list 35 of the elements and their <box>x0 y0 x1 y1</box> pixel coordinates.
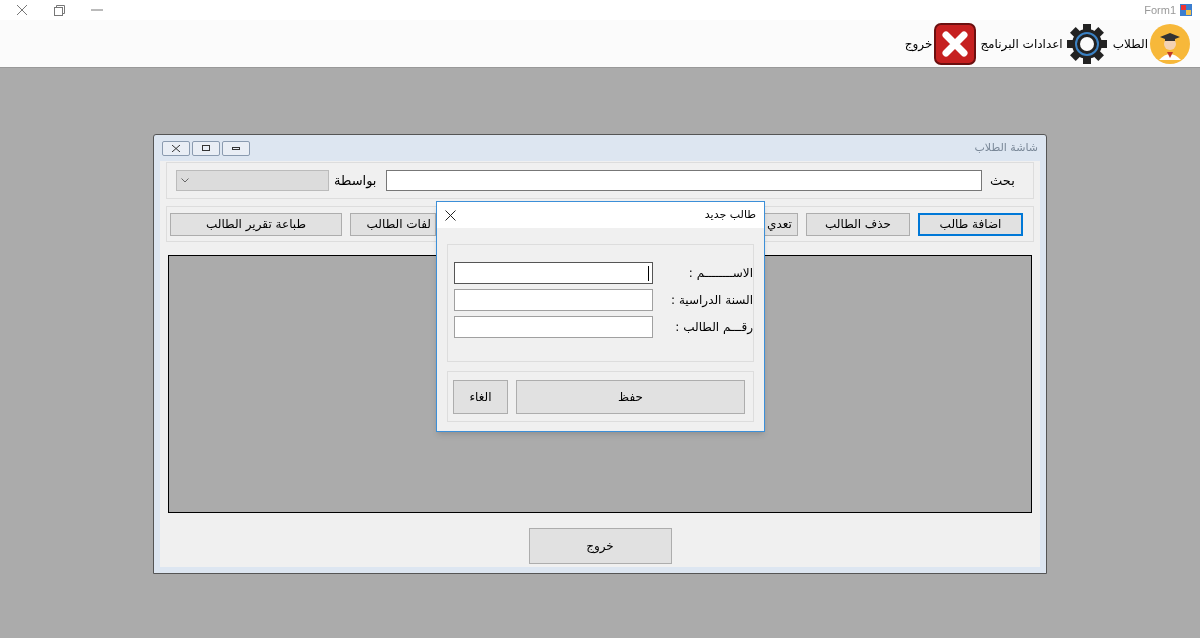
toolbar-button[interactable]: اعدادات البرنامج <box>980 21 1109 66</box>
toolbar-button[interactable]: خروج <box>904 22 977 65</box>
search-label: بحث <box>990 171 1015 190</box>
field-label: رقـــم الطالب : <box>674 319 753 336</box>
form-icon <box>1180 4 1192 16</box>
restore-icon[interactable] <box>54 4 65 16</box>
minimize-icon <box>232 146 240 150</box>
text-cursor <box>648 265 649 281</box>
toolbar-button[interactable]: اضافة طالب <box>918 212 1023 236</box>
toolbar-button[interactable]: طباعة تقرير الطالب <box>170 212 342 236</box>
toolbar-button[interactable]: الطلاب <box>1112 23 1190 64</box>
input-field[interactable] <box>454 262 653 284</box>
field-label: السنة الدراسية : <box>670 292 753 309</box>
restore-icon <box>202 145 210 151</box>
graduate-avatar-icon <box>1150 23 1190 64</box>
field-label: الاســــــــم : <box>687 265 753 282</box>
input-field[interactable] <box>454 316 653 338</box>
search-field[interactable] <box>386 170 982 191</box>
toolbar-button[interactable]: تعدي <box>764 212 798 236</box>
toolbar-button[interactable]: لفات الطالب <box>350 212 436 236</box>
save-button[interactable]: حفظ <box>516 379 745 414</box>
close-button[interactable] <box>162 140 190 156</box>
dialog-title: طالب جديد <box>704 206 756 223</box>
minimize-button[interactable] <box>222 140 250 156</box>
input-field[interactable] <box>454 289 653 311</box>
toolbar-button[interactable]: حذف الطالب <box>806 212 910 236</box>
search-by-label: بواسطة <box>334 171 378 191</box>
window-title: شاشة الطلاب <box>974 139 1038 156</box>
exit-button[interactable]: خروج <box>528 528 672 564</box>
restore-button[interactable] <box>192 140 220 156</box>
window-title: Form1 <box>1144 2 1176 18</box>
close-icon[interactable] <box>445 209 456 221</box>
cancel-button[interactable]: الغاء <box>453 379 508 414</box>
close-icon <box>172 144 180 152</box>
chevron-down-icon <box>181 178 189 183</box>
